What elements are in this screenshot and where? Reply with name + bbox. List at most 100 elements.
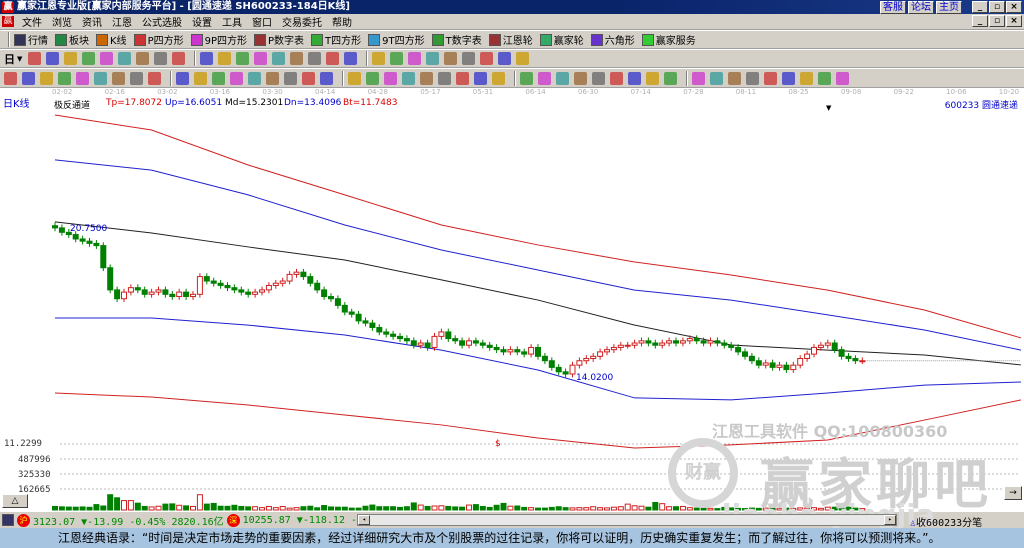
shrink-icon[interactable] (290, 52, 304, 65)
percent-icon[interactable] (574, 71, 587, 85)
kline-chart-icon[interactable] (28, 52, 42, 65)
scroll-right-arrow[interactable]: ▸ (884, 515, 896, 525)
app-menu-icon[interactable]: 赢 (2, 16, 14, 27)
step-right-icon[interactable] (218, 52, 232, 65)
menu-item-3[interactable]: 江恩 (107, 14, 137, 29)
candle-style-icon[interactable] (100, 52, 114, 65)
menu-item-6[interactable]: 工具 (217, 14, 247, 29)
restore-button[interactable]: ▫ (989, 1, 1005, 13)
last-bar-icon[interactable] (172, 52, 186, 65)
indicator-icon[interactable] (64, 52, 78, 65)
wave-icon[interactable] (266, 71, 279, 85)
target-icon[interactable] (212, 71, 225, 85)
red-box-icon[interactable] (302, 71, 315, 85)
calculator-icon[interactable] (2, 514, 14, 526)
kline-chart[interactable]: 02-02 02-16 03-02 03-16 03-30 04-14 04-28 05-17… (0, 88, 1024, 531)
bookmark-icon[interactable] (408, 52, 422, 65)
gold-coin-icon[interactable] (610, 71, 623, 85)
indicator2-icon[interactable] (82, 52, 96, 65)
indicator-dropdown-icon[interactable]: ▼ (826, 104, 831, 112)
toolbar-button-11[interactable]: 六角形 (590, 32, 635, 47)
gold-ratio2-icon[interactable] (58, 71, 71, 85)
bars-icon[interactable] (320, 71, 333, 85)
menu-item-0[interactable]: 文件 (17, 14, 47, 29)
collapse-indicator-button[interactable]: △ (2, 494, 28, 508)
gold-fan-icon[interactable] (746, 71, 759, 85)
pencil-icon[interactable] (646, 71, 659, 85)
angle-lines-icon[interactable] (438, 71, 451, 85)
n2-icon[interactable] (176, 71, 189, 85)
yinyang-icon[interactable] (818, 71, 831, 85)
forum-link[interactable]: 论坛 (908, 1, 934, 14)
crosshair2-icon[interactable] (230, 71, 243, 85)
crosshair-icon[interactable] (372, 52, 386, 65)
child-close-button[interactable]: × (1006, 15, 1022, 27)
table-icon[interactable] (538, 71, 551, 85)
expand-icon[interactable] (272, 52, 286, 65)
menu-item-2[interactable]: 资讯 (77, 14, 107, 29)
toolbar-button-2[interactable]: K线 (96, 32, 127, 47)
arc-icon[interactable] (94, 71, 107, 85)
minimize-button[interactable]: _ (972, 1, 988, 13)
circle-icon[interactable] (130, 71, 143, 85)
scroll-left-arrow[interactable]: ◂ (358, 515, 370, 525)
grid-lines-icon[interactable] (148, 71, 161, 85)
zoom-in-icon[interactable] (236, 52, 250, 65)
toolbar-button-5[interactable]: P数字表 (254, 32, 304, 47)
grid-icon[interactable] (474, 71, 487, 85)
toolbar-button-1[interactable]: 板块 (55, 32, 89, 47)
rect-icon[interactable] (366, 71, 379, 85)
gold-ratio-icon[interactable] (40, 71, 53, 85)
toolbar-button-7[interactable]: 9T四方形 (368, 32, 425, 47)
scroll-right-button[interactable]: → (1004, 486, 1022, 500)
export-icon[interactable] (516, 52, 530, 65)
fan-icon[interactable] (76, 71, 89, 85)
delete-drawing-icon[interactable] (112, 71, 125, 85)
toolbar-button-6[interactable]: T四方形 (311, 32, 361, 47)
toolbar-button-8[interactable]: T数字表 (431, 32, 482, 47)
red-fan2-icon[interactable] (800, 71, 813, 85)
first-bar-icon[interactable] (154, 52, 168, 65)
close-button[interactable]: × (1006, 1, 1022, 13)
zigzag-icon[interactable] (456, 71, 469, 85)
formula-icon[interactable] (426, 52, 440, 65)
toolbar-button-0[interactable]: 行情 (14, 32, 48, 47)
child-restore-button[interactable]: ▫ (989, 15, 1005, 27)
parallel-line-icon[interactable] (22, 71, 35, 85)
infinity-icon[interactable] (836, 71, 849, 85)
period-select[interactable]: 日 (4, 51, 15, 67)
move-right-icon[interactable] (326, 52, 340, 65)
trend-fan-icon[interactable] (764, 71, 777, 85)
toolbar-button-12[interactable]: 赢家服务 (641, 32, 696, 47)
square-icon[interactable] (402, 71, 415, 85)
percent-line-icon[interactable] (556, 71, 569, 85)
box-icon[interactable] (248, 71, 261, 85)
step-left-icon[interactable] (200, 52, 214, 65)
move-left-icon[interactable] (308, 52, 322, 65)
percent2-icon[interactable] (592, 71, 605, 85)
toolbar-button-10[interactable]: 赢家轮 (539, 32, 584, 47)
menu-item-9[interactable]: 帮助 (327, 14, 357, 29)
tick-data-button[interactable]: ♙收600233分笔 (910, 514, 982, 529)
self-select-icon[interactable] (46, 52, 60, 65)
fan-lines-icon[interactable] (384, 71, 397, 85)
period-icon[interactable] (348, 71, 361, 85)
calendar-icon[interactable] (444, 52, 458, 65)
chevron-down-icon[interactable]: ▼ (17, 55, 22, 63)
toolbar-button-3[interactable]: P四方形 (133, 32, 184, 47)
time-cycle-icon[interactable] (284, 71, 297, 85)
menu-item-7[interactable]: 窗口 (247, 14, 277, 29)
red-fan-icon[interactable] (782, 71, 795, 85)
weight-icon[interactable] (118, 52, 132, 65)
square2-icon[interactable] (420, 71, 433, 85)
menu-item-8[interactable]: 交易委托 (277, 14, 327, 29)
calculator-icon[interactable] (462, 52, 476, 65)
fib-fan-icon[interactable] (728, 71, 741, 85)
gann-fan-icon[interactable] (710, 71, 723, 85)
customer-service-link[interactable]: 客服 (880, 1, 906, 14)
menu-item-4[interactable]: 公式选股 (137, 14, 187, 29)
report-icon[interactable] (480, 52, 494, 65)
pen-icon[interactable] (4, 71, 17, 85)
hand-icon[interactable] (344, 52, 358, 65)
draw-line-icon[interactable] (390, 52, 404, 65)
